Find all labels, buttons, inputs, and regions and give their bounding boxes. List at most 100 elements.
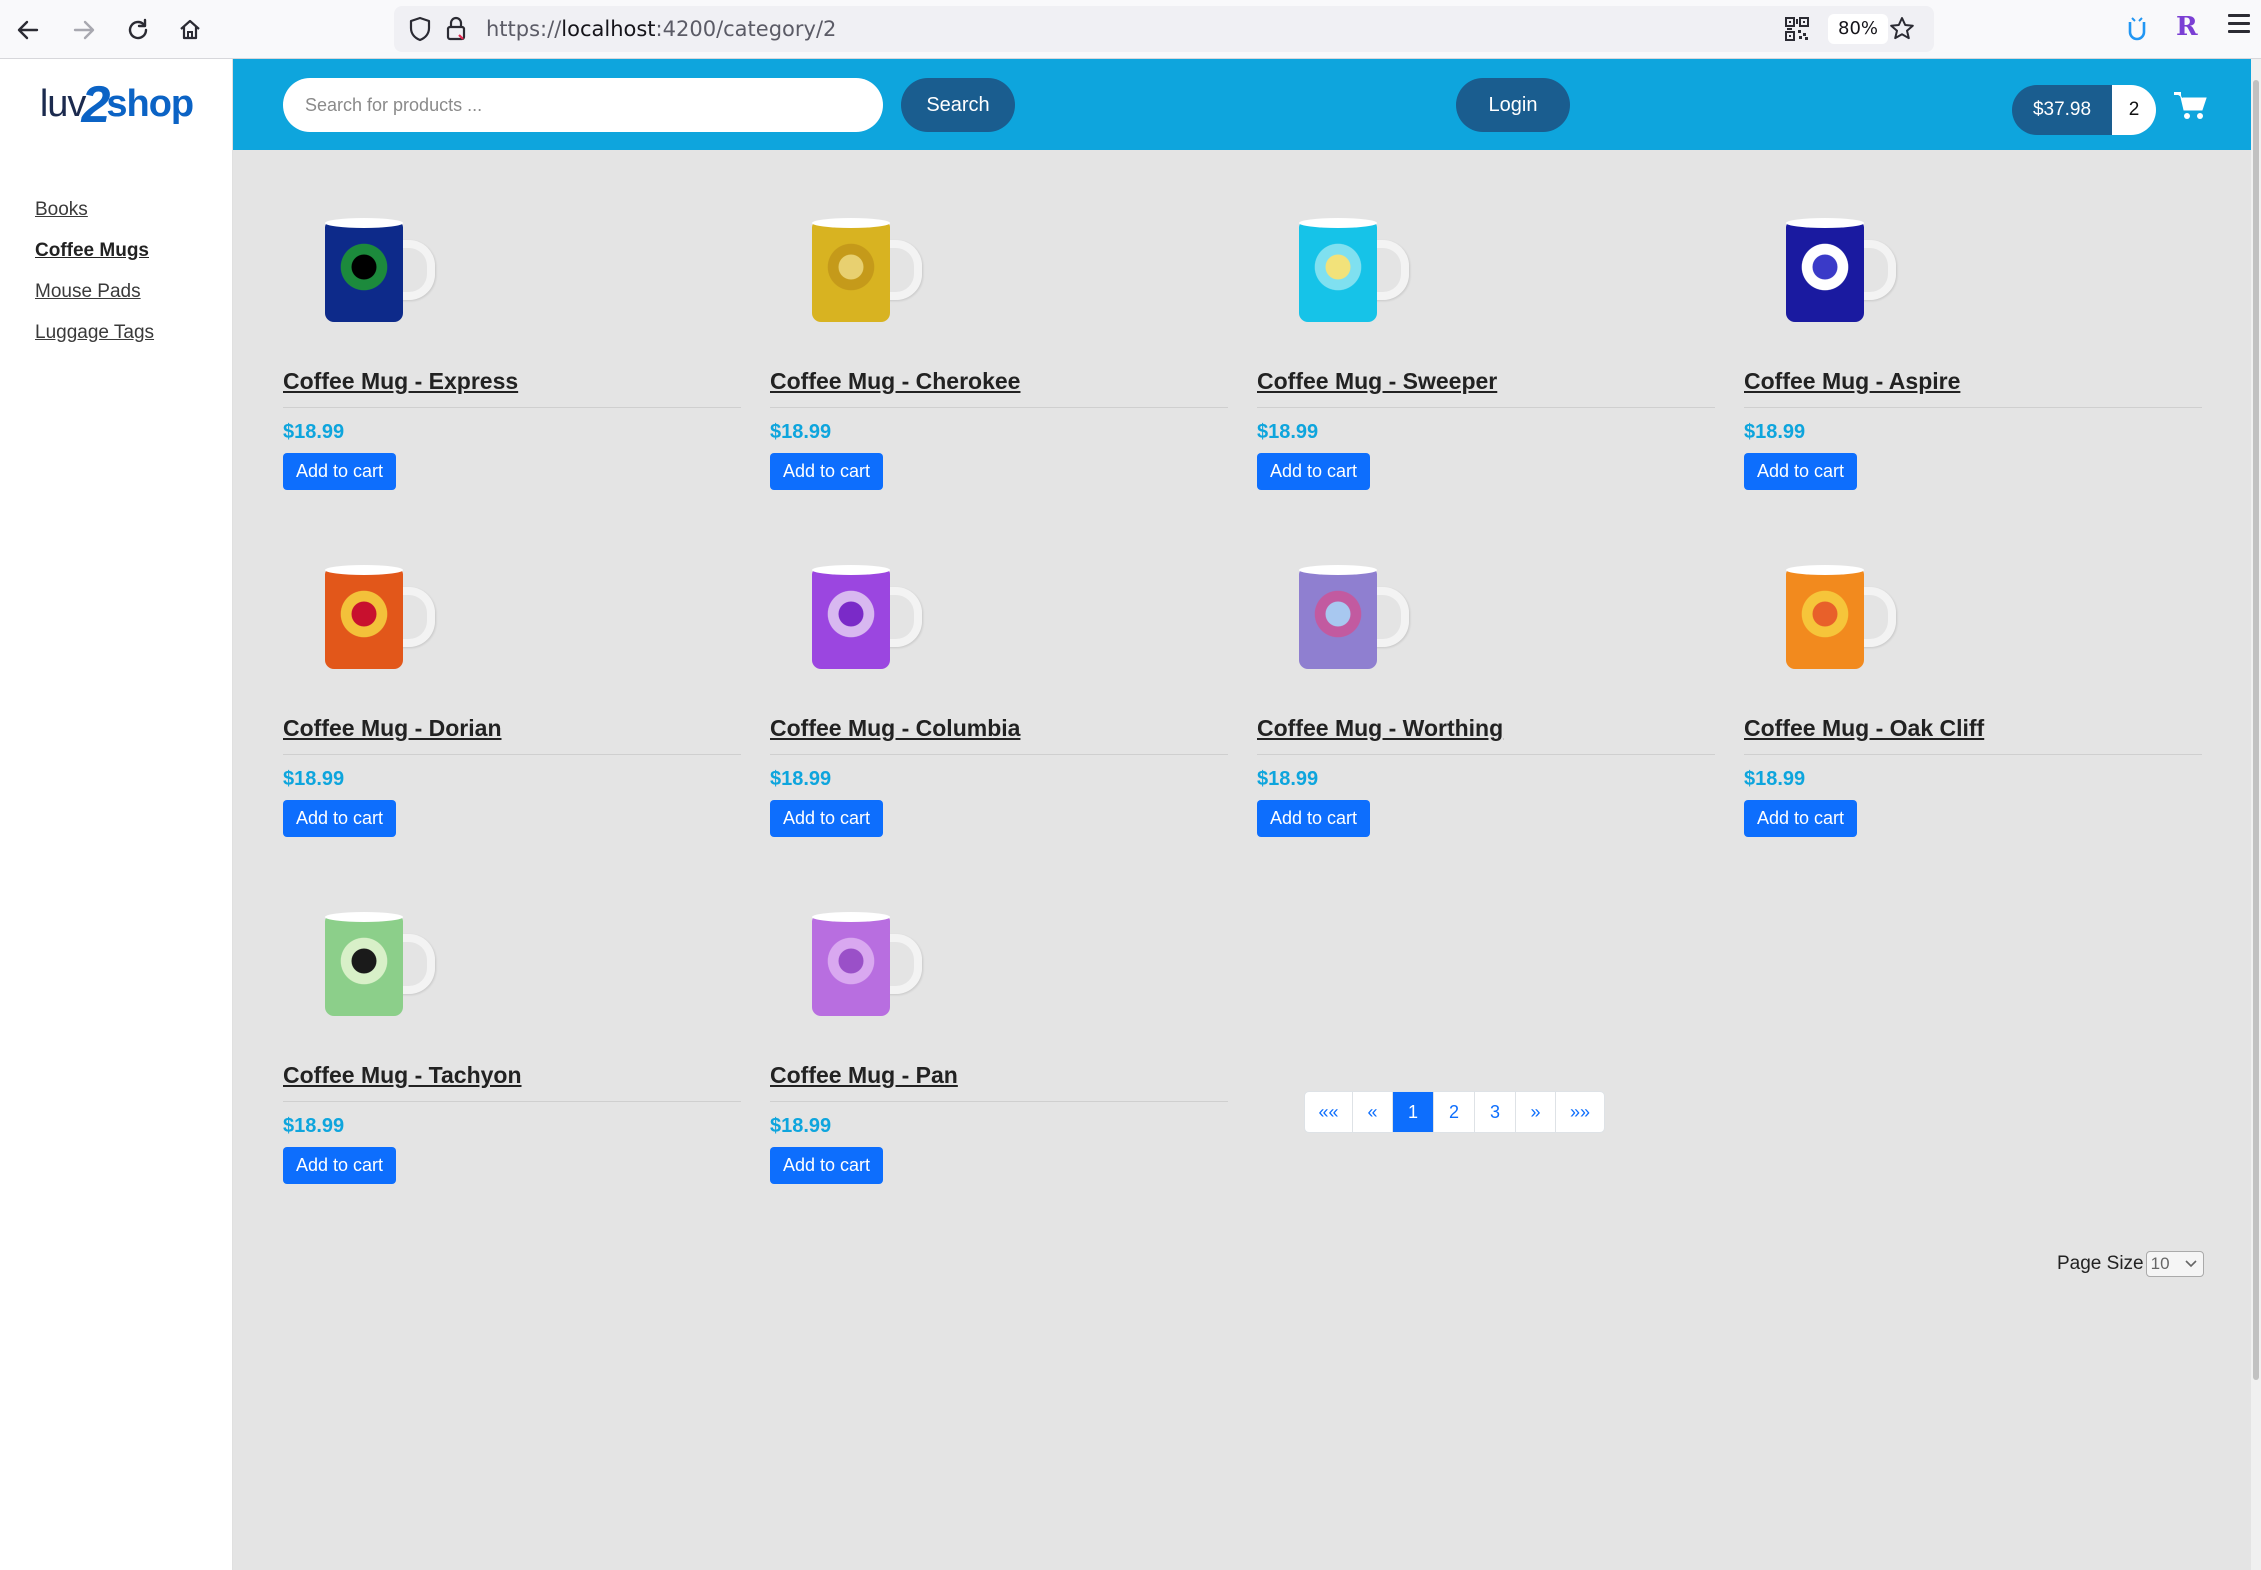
product-name-link[interactable]: Coffee Mug - Aspire bbox=[1744, 368, 1960, 395]
category-link-books[interactable]: Books bbox=[35, 199, 88, 220]
mug-body bbox=[1299, 569, 1377, 669]
product-name-link[interactable]: Coffee Mug - Tachyon bbox=[283, 1062, 522, 1089]
product-grid: Coffee Mug - Express $18.99 Add to cart Cof… bbox=[233, 150, 2251, 1570]
pagination-prev-button[interactable]: « bbox=[1353, 1092, 1393, 1132]
product-image[interactable] bbox=[1786, 565, 1904, 675]
bookmark-star-icon[interactable] bbox=[1888, 15, 1916, 43]
pagination-page-1[interactable]: 1 bbox=[1393, 1092, 1434, 1132]
product-card: Coffee Mug - Aspire $18.99 Add to cart bbox=[1744, 218, 2202, 498]
product-price: $18.99 bbox=[1257, 768, 1319, 790]
back-button[interactable] bbox=[10, 12, 46, 48]
product-price: $18.99 bbox=[1744, 768, 1806, 790]
page-size-select[interactable]: 10 bbox=[2145, 1251, 2204, 1277]
login-button[interactable]: Login bbox=[1456, 78, 1570, 132]
product-name-link[interactable]: Coffee Mug - Worthing bbox=[1257, 715, 1503, 742]
product-divider bbox=[770, 754, 1228, 755]
product-image[interactable] bbox=[325, 565, 443, 675]
page-scrollbar-thumb[interactable] bbox=[2253, 80, 2259, 1380]
zoom-level-badge[interactable]: 80% bbox=[1828, 14, 1889, 44]
add-to-cart-button[interactable]: Add to cart bbox=[283, 453, 396, 490]
logo-text-shop: shop bbox=[106, 83, 194, 125]
product-divider bbox=[1257, 754, 1715, 755]
add-to-cart-button[interactable]: Add to cart bbox=[1257, 800, 1370, 837]
cart-total-badge[interactable]: $37.98 bbox=[2012, 85, 2112, 135]
product-image[interactable] bbox=[1299, 218, 1417, 328]
category-link-luggage-tags[interactable]: Luggage Tags bbox=[35, 322, 154, 343]
product-name-link[interactable]: Coffee Mug - Express bbox=[283, 368, 518, 395]
chevron-down-icon bbox=[2185, 1260, 2197, 1268]
forward-button[interactable] bbox=[66, 12, 102, 48]
mug-rim bbox=[812, 218, 890, 228]
product-name-link[interactable]: Coffee Mug - Sweeper bbox=[1257, 368, 1497, 395]
url-host: localhost bbox=[561, 17, 656, 41]
extension-u-icon[interactable] bbox=[2126, 14, 2148, 42]
product-name-link[interactable]: Coffee Mug - Columbia bbox=[770, 715, 1020, 742]
product-image[interactable] bbox=[325, 912, 443, 1022]
add-to-cart-button[interactable]: Add to cart bbox=[283, 1147, 396, 1184]
mug-body bbox=[812, 222, 890, 322]
mug-rim bbox=[1786, 565, 1864, 575]
home-button[interactable] bbox=[172, 12, 208, 48]
add-to-cart-button[interactable]: Add to cart bbox=[1744, 800, 1857, 837]
mug-body bbox=[325, 569, 403, 669]
product-price: $18.99 bbox=[770, 768, 832, 790]
product-card: Coffee Mug - Worthing $18.99 Add to cart bbox=[1257, 565, 1715, 845]
arrow-right-icon bbox=[73, 20, 95, 40]
add-to-cart-button[interactable]: Add to cart bbox=[770, 800, 883, 837]
lock-icon[interactable] bbox=[442, 15, 470, 43]
url-prefix: https:// bbox=[486, 17, 562, 41]
mug-body bbox=[812, 569, 890, 669]
product-divider bbox=[1744, 754, 2202, 755]
product-card: Coffee Mug - Oak Cliff $18.99 Add to cart bbox=[1744, 565, 2202, 845]
category-link-coffee-mugs[interactable]: Coffee Mugs bbox=[35, 240, 149, 261]
product-image[interactable] bbox=[812, 912, 930, 1022]
extension-r-icon[interactable]: R bbox=[2176, 12, 2198, 42]
product-image[interactable] bbox=[812, 565, 930, 675]
reload-icon bbox=[128, 18, 148, 40]
product-card: Coffee Mug - Columbia $18.99 Add to cart bbox=[770, 565, 1228, 845]
add-to-cart-button[interactable]: Add to cart bbox=[1744, 453, 1857, 490]
sidebar: luv 2 shop Books Coffee Mugs Mouse Pads Lu… bbox=[0, 59, 233, 1570]
url-path: :4200/category/2 bbox=[655, 17, 837, 41]
sidebar-item-books: Books bbox=[35, 199, 154, 240]
product-image[interactable] bbox=[1786, 218, 1904, 328]
mug-rim bbox=[812, 565, 890, 575]
add-to-cart-button[interactable]: Add to cart bbox=[770, 453, 883, 490]
site-header: Search Login $37.98 2 bbox=[233, 59, 2251, 150]
product-name-link[interactable]: Coffee Mug - Cherokee bbox=[770, 368, 1020, 395]
sidebar-item-mouse-pads: Mouse Pads bbox=[35, 281, 154, 322]
product-image[interactable] bbox=[812, 218, 930, 328]
search-input[interactable] bbox=[283, 78, 883, 132]
cart-quantity-badge[interactable]: 2 bbox=[2112, 85, 2156, 135]
product-image[interactable] bbox=[1299, 565, 1417, 675]
reload-button[interactable] bbox=[120, 12, 156, 48]
site-logo[interactable]: luv 2 shop bbox=[0, 59, 233, 150]
pagination-last-button[interactable]: »» bbox=[1556, 1092, 1604, 1132]
hamburger-menu-icon[interactable] bbox=[2228, 14, 2250, 36]
product-divider bbox=[283, 407, 741, 408]
page-size-label: Page Size bbox=[2057, 1253, 2144, 1274]
product-image[interactable] bbox=[325, 218, 443, 328]
search-button[interactable]: Search bbox=[901, 78, 1015, 132]
pagination-next-button[interactable]: » bbox=[1516, 1092, 1556, 1132]
add-to-cart-button[interactable]: Add to cart bbox=[770, 1147, 883, 1184]
product-name-link[interactable]: Coffee Mug - Pan bbox=[770, 1062, 958, 1089]
shopping-cart-icon[interactable] bbox=[2174, 91, 2208, 121]
sidebar-item-luggage-tags: Luggage Tags bbox=[35, 322, 154, 363]
qr-code-icon[interactable] bbox=[1784, 16, 1810, 42]
pagination-page-3[interactable]: 3 bbox=[1475, 1092, 1516, 1132]
arrow-left-icon bbox=[17, 20, 39, 40]
product-name-link[interactable]: Coffee Mug - Dorian bbox=[283, 715, 502, 742]
shield-icon[interactable] bbox=[406, 15, 434, 43]
pagination-first-button[interactable]: «« bbox=[1305, 1092, 1353, 1132]
product-divider bbox=[1257, 407, 1715, 408]
add-to-cart-button[interactable]: Add to cart bbox=[1257, 453, 1370, 490]
category-link-mouse-pads[interactable]: Mouse Pads bbox=[35, 281, 141, 302]
pagination-page-2[interactable]: 2 bbox=[1434, 1092, 1475, 1132]
url-bar[interactable]: https://localhost:4200/category/2 80% bbox=[394, 6, 1934, 52]
add-to-cart-button[interactable]: Add to cart bbox=[283, 800, 396, 837]
mug-body bbox=[1299, 222, 1377, 322]
url-text[interactable]: https://localhost:4200/category/2 bbox=[486, 15, 836, 43]
mug-body bbox=[1786, 222, 1864, 322]
product-name-link[interactable]: Coffee Mug - Oak Cliff bbox=[1744, 715, 1984, 742]
